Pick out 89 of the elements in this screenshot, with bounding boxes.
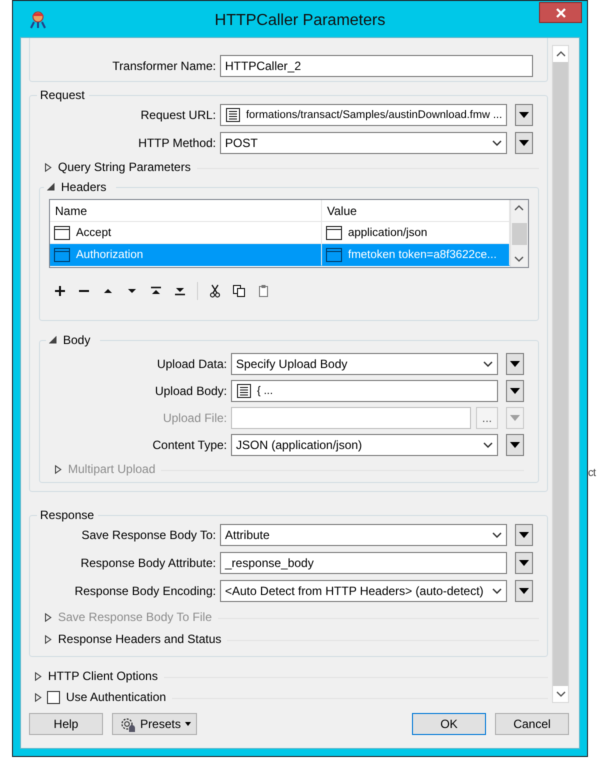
- expand-icon[interactable]: [44, 634, 52, 644]
- checkbox[interactable]: [47, 690, 60, 704]
- field-label: Response Body Attribute:: [80, 556, 217, 570]
- section-title: Response: [39, 508, 96, 522]
- caret-icon: [510, 361, 520, 367]
- section-toggle[interactable]: Body: [63, 333, 90, 347]
- field-label: Content Type:: [152, 438, 228, 452]
- table-cell: application/json: [348, 226, 428, 238]
- chevron-icon: [492, 532, 502, 538]
- table-cell: fmetoken token=a8f3622ce...: [348, 248, 497, 260]
- window-icon: [54, 248, 70, 262]
- checkbox-label[interactable]: Use Authentication: [66, 690, 166, 704]
- menu-button[interactable]: [506, 353, 524, 375]
- menu-button[interactable]: [506, 380, 524, 402]
- field-label: Upload Body:: [154, 384, 228, 398]
- menu-button[interactable]: [506, 434, 524, 456]
- scroll-down-button[interactable]: [553, 686, 568, 702]
- scrollbar[interactable]: [552, 45, 569, 703]
- table-cell: Authorization: [76, 248, 144, 260]
- field-label: Request URL:: [140, 108, 217, 122]
- section-toggle[interactable]: HTTP Client Options: [48, 669, 158, 683]
- close-button[interactable]: [539, 2, 582, 23]
- field-label: HTTP Method:: [137, 136, 217, 150]
- window-title: HTTPCaller Parameters: [214, 11, 386, 30]
- menu-button[interactable]: [515, 580, 533, 602]
- window-icon: [54, 226, 70, 240]
- caret-icon: [519, 140, 529, 146]
- chevron-icon: [492, 588, 502, 594]
- chevron-icon: [483, 360, 493, 368]
- section-toggle[interactable]: Query String Parameters: [58, 160, 191, 174]
- help-button[interactable]: Help: [29, 713, 103, 735]
- cancel-button[interactable]: Cancel: [495, 713, 569, 735]
- caret-icon: [184, 722, 191, 726]
- caret-icon: [519, 112, 529, 118]
- window-icon: [326, 248, 342, 262]
- logo-icon: [28, 11, 48, 29]
- list-icon: [236, 383, 252, 399]
- dropdown[interactable]: JSON (application/json): [231, 434, 498, 456]
- caret-icon: [519, 588, 529, 594]
- window-icon: [326, 226, 342, 240]
- collapse-icon[interactable]: [47, 183, 55, 191]
- list-icon: [225, 107, 241, 123]
- text-field[interactable]: HTTPCaller_2: [220, 55, 533, 77]
- field-label: Response Body Encoding:: [74, 584, 217, 598]
- chevron-icon: [483, 442, 493, 448]
- chevron-up-icon: [556, 51, 566, 57]
- menu-button[interactable]: [515, 552, 533, 574]
- close-icon: [556, 8, 566, 18]
- table-cell: Accept: [76, 226, 112, 238]
- section-toggle[interactable]: Response Headers and Status: [58, 632, 222, 646]
- ok-button[interactable]: OK: [412, 713, 486, 735]
- expand-icon[interactable]: [34, 672, 42, 680]
- text-field[interactable]: { ...: [231, 380, 498, 402]
- plus-icon[interactable]: [53, 284, 67, 298]
- scroll-up-button[interactable]: [553, 46, 568, 62]
- dropdown[interactable]: <Auto Detect from HTTP Headers> (auto-detect): [220, 580, 507, 602]
- field-label: Upload Data:: [156, 357, 228, 371]
- field-label: Save Response Body To:: [80, 528, 217, 542]
- chevron-icon: [492, 140, 502, 146]
- column-header[interactable]: Name: [50, 200, 322, 222]
- background-text: ct: [588, 466, 596, 481]
- caret-icon: [510, 415, 520, 421]
- caret-icon: [519, 560, 529, 566]
- scrollbar[interactable]: [510, 200, 528, 267]
- collapse-icon[interactable]: [49, 336, 57, 344]
- section-toggle[interactable]: Headers: [61, 180, 106, 194]
- field-label: Transformer Name:: [111, 59, 217, 73]
- dropdown[interactable]: Specify Upload Body: [231, 353, 498, 375]
- presets-button[interactable]: Presets: [112, 713, 197, 735]
- menu-button[interactable]: [515, 524, 533, 546]
- caret-icon: [510, 442, 520, 448]
- copy-icon[interactable]: [232, 284, 246, 298]
- expand-icon[interactable]: [34, 692, 42, 702]
- text-field[interactable]: formations/transact/Samples/austinDownload.fmw ...: [220, 104, 507, 126]
- caret-icon: [519, 532, 529, 538]
- column-header[interactable]: Value: [322, 200, 510, 222]
- menu-button[interactable]: [515, 104, 533, 126]
- section-title: Request: [39, 88, 86, 102]
- cut-icon[interactable]: [208, 284, 222, 298]
- file-path-field[interactable]: [231, 407, 471, 429]
- menu-button[interactable]: [515, 132, 533, 154]
- paste-icon[interactable]: [256, 284, 270, 298]
- chevron-down-icon: [556, 691, 566, 697]
- expand-icon[interactable]: [44, 162, 52, 172]
- field-label: Upload File:: [162, 411, 228, 425]
- caret-icon: [510, 388, 520, 394]
- dropdown[interactable]: POST: [220, 132, 507, 154]
- dropdown[interactable]: Attribute: [220, 524, 507, 546]
- text-field[interactable]: _response_body: [220, 552, 507, 574]
